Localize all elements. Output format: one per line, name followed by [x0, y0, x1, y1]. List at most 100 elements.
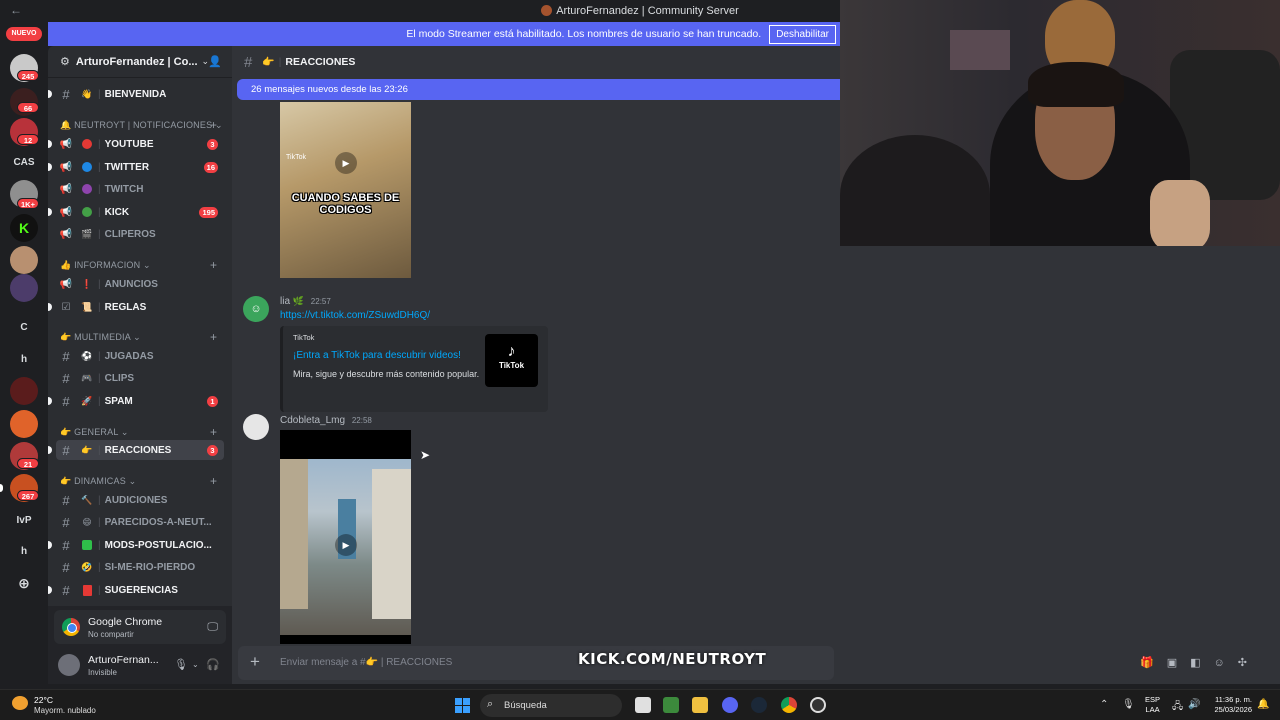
- server-text-icon[interactable]: h: [10, 537, 38, 565]
- add-channel-icon[interactable]: +: [210, 474, 217, 488]
- channel-spam[interactable]: # 🚀 | SPAM 1: [48, 391, 224, 411]
- channel-simerio[interactable]: # 🤣 | SI-ME-RIO-PIERDO: [56, 557, 224, 577]
- server-icon[interactable]: [10, 274, 38, 302]
- task-view-icon[interactable]: [635, 697, 651, 713]
- headphones-icon[interactable]: 🎧: [206, 658, 220, 671]
- kick-overlay: KICK.COM/NEUTROYT: [578, 650, 766, 668]
- play-icon[interactable]: ▶: [335, 534, 357, 556]
- message-author[interactable]: Cdobleta_Lmg: [280, 415, 345, 426]
- add-channel-icon[interactable]: +: [210, 258, 217, 272]
- game-icon: 🎮: [81, 372, 93, 383]
- channel-cliperos[interactable]: 📢 🎬 | CLIPEROS: [56, 224, 224, 244]
- discord-avatar-icon[interactable]: ☺: [243, 296, 269, 322]
- tiktok-logo: ♪ TikTok: [485, 334, 538, 387]
- avatar[interactable]: [58, 654, 80, 676]
- video-thumbnail[interactable]: TikTok ▶ CUANDO SABES DE CODIGOS: [280, 102, 411, 278]
- microphone-icon[interactable]: 🎙: [174, 658, 188, 671]
- server-name: ArturoFernandez | Co...: [75, 55, 198, 68]
- new-messages-bar[interactable]: 26 mensajes nuevos desde las 23:26: [237, 79, 840, 100]
- server-text-icon[interactable]: CAS: [10, 148, 38, 176]
- channel-audiciones[interactable]: # 🔨 | AUDICIONES: [56, 490, 224, 510]
- channel-sugerencias[interactable]: # | SUGERENCIAS: [48, 580, 224, 600]
- category-multimedia[interactable]: 👉 MULTIMEDIA ⌄ +: [60, 330, 217, 344]
- gift-icon[interactable]: 🎁: [1140, 657, 1154, 669]
- add-channel-icon[interactable]: +: [210, 425, 217, 439]
- server-text-icon[interactable]: h: [10, 345, 38, 373]
- channel-reglas[interactable]: ☑ 📜 | REGLAS: [48, 297, 224, 317]
- server-rail: NUEVO 245 66 12 CAS 1K+ K C h 21 267 IvP…: [0, 22, 48, 684]
- discord-icon[interactable]: [722, 697, 738, 713]
- screen-share-icon[interactable]: 🖵: [207, 621, 218, 634]
- obs-icon[interactable]: [810, 697, 826, 713]
- channel-mods[interactable]: # | MODS-POSTULACIO...: [48, 535, 224, 555]
- emoji-icon[interactable]: ☺: [1214, 657, 1225, 669]
- channel-reacciones[interactable]: # 👉 | REACCIONES 3: [48, 440, 224, 460]
- add-channel-icon[interactable]: +: [210, 330, 217, 344]
- server-badge: 1K+: [17, 198, 39, 209]
- server-text-icon[interactable]: IvP: [10, 506, 38, 534]
- add-attachment-icon[interactable]: +: [250, 652, 260, 672]
- megaphone-icon: 📢: [59, 161, 73, 173]
- channel-kick[interactable]: 📢 | KICK 195: [48, 202, 224, 222]
- channel-parecidos[interactable]: # 😄 | PARECIDOS-A-NEUT...: [56, 512, 224, 532]
- new-badge[interactable]: NUEVO: [6, 27, 42, 41]
- server-icon[interactable]: [10, 410, 38, 438]
- volume-icon[interactable]: 🔊: [1188, 699, 1200, 710]
- video-thumbnail[interactable]: ▶: [280, 430, 411, 644]
- channel-twitter[interactable]: 📢 | TWITTER 16: [48, 157, 224, 177]
- channel-label: SPAM: [104, 395, 133, 407]
- kick-prefix: KICK.COM/: [578, 650, 673, 668]
- steam-icon[interactable]: [751, 697, 767, 713]
- add-server-icon[interactable]: ⊕: [10, 569, 38, 597]
- sticker-icon[interactable]: ◧: [1190, 657, 1200, 669]
- add-friend-icon[interactable]: 👤: [208, 55, 222, 68]
- channel-anuncios[interactable]: 📢 ❗ | ANUNCIOS: [56, 274, 224, 294]
- selected-server-pill: [0, 484, 3, 492]
- play-icon[interactable]: ▶: [335, 152, 357, 174]
- chevron-down-icon: ⌄: [125, 476, 137, 486]
- file-explorer-icon[interactable]: [692, 697, 708, 713]
- server-header[interactable]: ⚙ ArturoFernandez | Co... ⌄ 👤: [48, 46, 232, 78]
- message-time: 22:57: [310, 297, 331, 306]
- server-icon[interactable]: [10, 377, 38, 405]
- chrome-icon[interactable]: [781, 697, 797, 713]
- server-text-icon[interactable]: C: [10, 313, 38, 341]
- gif-icon[interactable]: ▣: [1167, 657, 1177, 669]
- separator: |: [98, 161, 101, 173]
- channel-clips[interactable]: # 🎮 | CLIPS: [56, 368, 224, 388]
- avatar[interactable]: [243, 414, 269, 440]
- category-notificaciones[interactable]: 🔔 NEUTROYT | NOTIFICACIONES ⌄ +: [60, 118, 223, 132]
- chevron-down-icon[interactable]: ⌄: [192, 660, 199, 669]
- add-channel-icon[interactable]: +: [210, 118, 217, 132]
- server-icon[interactable]: [10, 246, 38, 274]
- language-indicator[interactable]: ESP LAA: [1145, 695, 1160, 715]
- apps-icon[interactable]: ✣: [1238, 657, 1247, 669]
- message-time: 22:58: [351, 416, 372, 425]
- taskbar-search[interactable]: ⌕ Búsqueda: [480, 694, 622, 717]
- message-link[interactable]: https://vt.tiktok.com/ZSuwdDH6Q/: [280, 310, 430, 321]
- separator: |: [98, 278, 101, 290]
- chevron-up-icon[interactable]: ⌃: [1100, 699, 1108, 710]
- minecraft-icon[interactable]: [663, 697, 679, 713]
- separator: |: [98, 444, 101, 456]
- kick-server-icon[interactable]: K: [10, 214, 38, 242]
- message-author[interactable]: lia: [280, 296, 290, 307]
- category-general[interactable]: 👉 GENERAL ⌄ +: [60, 425, 217, 439]
- tiktok-watermark: TikTok: [286, 154, 306, 161]
- category-informacion[interactable]: 👍 INFORMACION ⌄ +: [60, 258, 217, 272]
- channel-label: KICK: [104, 206, 130, 218]
- disable-button[interactable]: Deshabilitar: [769, 24, 836, 44]
- microphone-icon[interactable]: 🎙: [1122, 699, 1135, 710]
- channel-label: TWITCH: [104, 183, 144, 195]
- clock[interactable]: 11:36 p. m. 25/03/2026: [1210, 695, 1252, 715]
- windows-start-icon[interactable]: [455, 698, 470, 713]
- channel-jugadas[interactable]: # ⚽ | JUGADAS: [56, 346, 224, 366]
- channel-bienvenida[interactable]: # 👋 | BIENVENIDA: [48, 84, 224, 104]
- embed-title[interactable]: ¡Entra a TikTok para descubrir videos!: [293, 350, 461, 361]
- network-icon[interactable]: 🖧: [1172, 699, 1183, 716]
- channel-twitch[interactable]: 📢 | TWITCH: [56, 179, 224, 199]
- notification-bell-icon[interactable]: 🔔: [1257, 699, 1269, 710]
- user-info[interactable]: ArturoFernan... Invisible 🎙 ⌄ 🎧 ⚙: [54, 650, 258, 680]
- category-dinamicas[interactable]: 👉 DINAMICAS ⌄ +: [60, 474, 217, 488]
- channel-youtube[interactable]: 📢 | YOUTUBE 3: [48, 134, 224, 154]
